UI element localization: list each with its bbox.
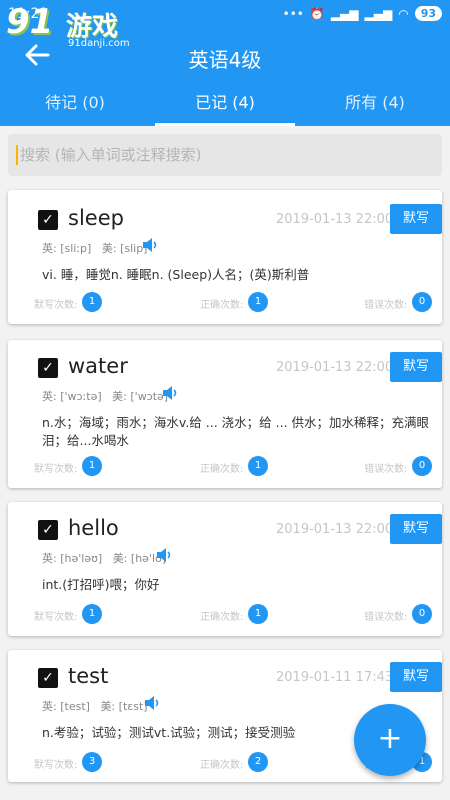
correct-count-badge: 1 bbox=[248, 456, 268, 476]
signal-icon: ▂▄▆ bbox=[330, 6, 359, 21]
uk-label: 英: bbox=[42, 700, 57, 713]
word-meaning: vi. 睡，睡觉n. 睡眠n. (Sleep)人名；(英)斯利普 bbox=[42, 267, 310, 282]
word-text: hello bbox=[68, 516, 119, 540]
uk-label: 英: bbox=[42, 552, 57, 565]
phonetics: 英: [sliːp] 美: [slip] bbox=[42, 240, 147, 256]
dictate-count-badge: 1 bbox=[82, 292, 102, 312]
dictate-count-label: 默写次数: bbox=[34, 760, 78, 771]
tab-bar: 待记 (0) 已记 (4) 所有 (4) bbox=[0, 84, 450, 126]
app-bar: 11:21 ••• ⏰ ▂▄▆ ▂▄▆ ◠ 93 91 游戏 91danji.c… bbox=[0, 0, 450, 126]
tab-pending[interactable]: 待记 (0) bbox=[0, 84, 150, 126]
tab-memorized[interactable]: 已记 (4) bbox=[150, 84, 300, 126]
phonetics: 英: [test] 美: [tɛst] bbox=[42, 698, 148, 714]
alarm-icon: ⏰ bbox=[309, 6, 325, 21]
dictate-count-label: 默写次数: bbox=[34, 300, 78, 311]
dictate-button[interactable]: 默写 bbox=[390, 204, 442, 234]
page-title: 英语4级 bbox=[188, 48, 262, 72]
dictate-count-badge: 1 bbox=[82, 604, 102, 624]
search-input[interactable] bbox=[20, 134, 430, 176]
dictate-count-badge: 1 bbox=[82, 456, 102, 476]
us-label: 美: bbox=[101, 242, 117, 255]
us-label: 美: bbox=[100, 700, 116, 713]
word-text: sleep bbox=[68, 206, 124, 230]
phonetics: 英: [hə'ləʊ] 美: [hə'lo] bbox=[42, 550, 166, 566]
us-label: 美: bbox=[112, 390, 127, 403]
word-meaning: n.水；海域；雨水；海水v.给 ... 浇水；给 ... 供水；加水稀释；充满眼… bbox=[42, 415, 430, 448]
correct-count-badge: 1 bbox=[248, 292, 268, 312]
signal-icon-2: ▂▄▆ bbox=[364, 6, 393, 21]
watermark-number: 91 bbox=[6, 2, 54, 42]
word-card[interactable]: ✓ hello 2019-01-13 22:00 默写 英: [hə'ləʊ] … bbox=[8, 502, 442, 636]
word-text: water bbox=[68, 354, 128, 378]
tab-all[interactable]: 所有 (4) bbox=[300, 84, 450, 126]
checkbox-checked[interactable]: ✓ bbox=[38, 668, 58, 688]
dictate-button[interactable]: 默写 bbox=[390, 662, 442, 692]
correct-count-badge: 2 bbox=[248, 752, 268, 772]
correct-count-label: 正确次数: bbox=[200, 760, 244, 771]
correct-count-label: 正确次数: bbox=[200, 300, 244, 311]
correct-count-badge: 1 bbox=[248, 604, 268, 624]
date-text: 2019-01-13 22:00 bbox=[276, 212, 394, 227]
checkbox-checked[interactable]: ✓ bbox=[38, 210, 58, 230]
date-text: 2019-01-11 17:43 bbox=[276, 670, 394, 685]
speaker-icon[interactable] bbox=[156, 547, 174, 563]
speaker-icon[interactable] bbox=[142, 237, 160, 253]
wrong-count-label: 错误次数: bbox=[364, 464, 408, 475]
phonetics: 英: ['wɔːtə] 美: ['wɔtə] bbox=[42, 388, 168, 404]
uk-phonetic: [hə'ləʊ] bbox=[60, 552, 103, 565]
uk-phonetic: [sliːp] bbox=[60, 242, 92, 255]
dictate-button[interactable]: 默写 bbox=[390, 352, 442, 382]
checkbox-checked[interactable]: ✓ bbox=[38, 520, 58, 540]
correct-count-label: 正确次数: bbox=[200, 612, 244, 623]
dictate-count-badge: 3 bbox=[82, 752, 102, 772]
word-card[interactable]: ✓ sleep 2019-01-13 22:00 默写 英: [sliːp] 美… bbox=[8, 190, 442, 324]
wrong-count-badge: 0 bbox=[412, 604, 432, 624]
text-cursor bbox=[16, 145, 18, 165]
correct-count-label: 正确次数: bbox=[200, 464, 244, 475]
dictate-button[interactable]: 默写 bbox=[390, 514, 442, 544]
uk-phonetic: ['wɔːtə] bbox=[60, 390, 102, 403]
date-text: 2019-01-13 22:00 bbox=[276, 360, 394, 375]
date-text: 2019-01-13 22:00 bbox=[276, 522, 394, 537]
dictate-count-label: 默写次数: bbox=[34, 464, 78, 475]
status-icons: ••• ⏰ ▂▄▆ ▂▄▆ ◠ 93 bbox=[283, 6, 442, 21]
word-meaning: int.(打招呼)喂；你好 bbox=[42, 577, 160, 592]
wrong-count-label: 错误次数: bbox=[364, 300, 408, 311]
checkbox-checked[interactable]: ✓ bbox=[38, 358, 58, 378]
speaker-icon[interactable] bbox=[144, 695, 162, 711]
word-text: test bbox=[68, 664, 109, 688]
wrong-count-badge: 0 bbox=[412, 292, 432, 312]
word-card[interactable]: ✓ water 2019-01-13 22:00 默写 英: ['wɔːtə] … bbox=[8, 340, 442, 488]
search-box[interactable] bbox=[8, 134, 442, 176]
battery-icon: 93 bbox=[414, 6, 442, 21]
uk-label: 英: bbox=[42, 242, 57, 255]
wrong-count-badge: 0 bbox=[412, 456, 432, 476]
more-dots-icon: ••• bbox=[282, 6, 304, 21]
uk-phonetic: [test] bbox=[60, 700, 90, 713]
wifi-icon: ◠ bbox=[398, 6, 409, 21]
add-word-fab[interactable]: + bbox=[354, 704, 426, 776]
speaker-icon[interactable] bbox=[162, 385, 180, 401]
wrong-count-label: 错误次数: bbox=[364, 612, 408, 623]
us-label: 美: bbox=[112, 552, 128, 565]
dictate-count-label: 默写次数: bbox=[34, 612, 78, 623]
uk-label: 英: bbox=[42, 390, 57, 403]
